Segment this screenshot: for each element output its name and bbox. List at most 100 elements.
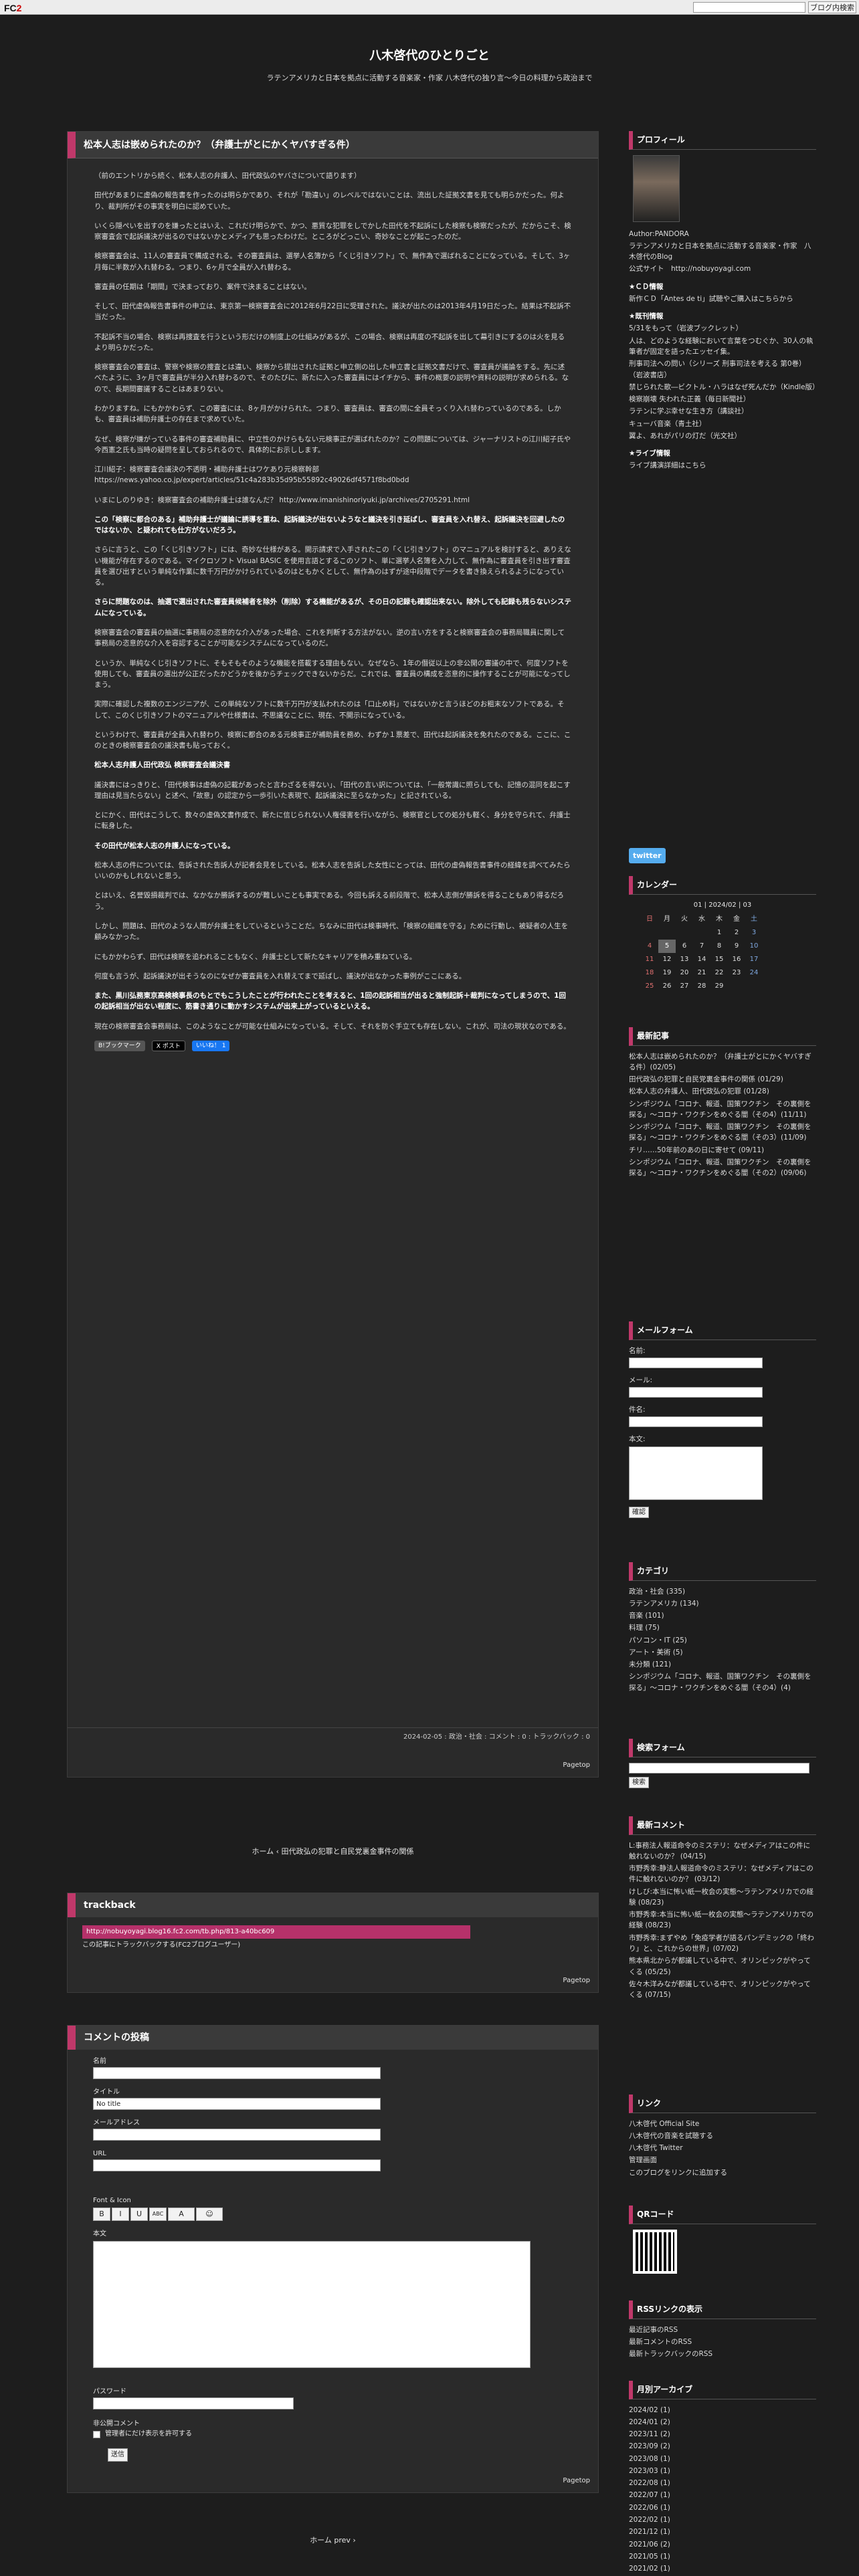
name-input[interactable] [93,2067,381,2079]
book-link[interactable]: 翼よ、あれがパリの灯だ（光文社） [629,431,816,441]
calendar-day[interactable]: 4 [641,940,658,953]
recent-entry-link[interactable]: シンポジウム「コロナ、報道、国策ワクチン その裏側を探る」〜コロナ・ワクチンをめ… [629,1121,816,1144]
book-info[interactable]: 5/31をもって（岩波ブックレット） 人は、どのような経験において言葉をつむぐか、… [629,323,820,441]
calendar-day[interactable]: 7 [693,940,710,953]
recent-entry-link[interactable]: シンポジウム「コロナ、報道、国策ワクチン その裏側を探る」〜コロナ・ワクチンをめ… [629,1099,816,1121]
calendar-day[interactable]: 11 [641,953,658,966]
blog-search-button[interactable]: ブログ内検索 [808,1,856,13]
archive-link[interactable]: 2023/09 (2) [629,2441,816,2452]
rss-link[interactable]: 最新コメントのRSS [629,2337,816,2347]
italic-button[interactable]: I [112,2208,129,2221]
calendar-day[interactable]: 22 [710,966,728,980]
mail-body-textarea[interactable] [629,1446,763,1500]
archive-link[interactable]: 2021/02 (1) [629,2563,816,2574]
calendar-day[interactable]: 10 [745,940,763,953]
book-link[interactable]: 人は、どのような経験において言葉をつむぐか、30人の執筆者が固定を語ったエッセイ… [629,336,816,358]
sidebar-search-input[interactable] [629,1762,809,1774]
emoji-button[interactable]: ☺ [196,2208,223,2221]
link-item[interactable]: 八木啓代の音楽を試聴する [629,2131,816,2141]
calendar-day[interactable]: 20 [676,966,693,980]
mail-name-input[interactable] [629,1357,763,1368]
category-link[interactable]: 政治・社会 (335) [629,1586,816,1597]
rss-link[interactable]: 最近記事のRSS [629,2325,816,2335]
archive-link[interactable]: 2023/11 (2) [629,2429,816,2440]
calendar-day[interactable]: 16 [728,953,745,966]
calendar-day[interactable]: 15 [710,953,728,966]
archive-link[interactable]: 2024/01 (2) [629,2417,816,2428]
book-link[interactable]: 5/31をもって（岩波ブックレット） [629,323,816,334]
strike-button[interactable]: ABC [149,2208,167,2221]
recent-entry-link[interactable]: 松本人志は嵌められたのか？（弁護士がとにかくヤバすぎる件）(02/05) [629,1051,816,1073]
calendar-day[interactable]: 2 [728,926,745,940]
archive-link[interactable]: 2021/06 (2) [629,2539,816,2550]
book-link[interactable]: 刑事司法への問い（シリーズ 刑事司法を考える 第0巻）（岩波書店） [629,358,816,381]
cd-info[interactable]: 新作ＣＤ「Antes de ti」試聴やご購入はこちらから [629,294,816,304]
book-link[interactable]: ラテンに学ぶ幸せな生き方（講談社） [629,406,816,417]
pagetop-link[interactable]: Pagetop [563,1760,590,1771]
facebook-like-button[interactable]: いいね！ 1 [191,1040,230,1051]
calendar-day[interactable]: 23 [728,966,745,980]
blog-search-input[interactable] [693,2,805,13]
calendar-day[interactable]: 17 [745,953,763,966]
calendar-day[interactable]: 8 [710,940,728,953]
twitter-button[interactable]: twitter [629,848,666,864]
category-link[interactable]: パソコン・IT (25) [629,1635,816,1646]
calendar-day[interactable]: 19 [658,966,676,980]
recent-entry-link[interactable]: チリ……50年前のあの日に寄せて (09/11) [629,1145,816,1156]
comment-link[interactable]: 市野秀幸:まずやめ「免疫学者が語るパンデミックの「終わり」と、これからの世界」(… [629,1933,816,1955]
category-link[interactable]: 音楽 (101) [629,1610,816,1621]
archive-link[interactable]: 2021/12 (1) [629,2527,816,2537]
password-input[interactable] [93,2397,294,2409]
archive-link[interactable]: 2021/05 (1) [629,2551,816,2562]
cd-link[interactable]: 新作ＣＤ「Antes de ti」試聴やご購入はこちらから [629,294,816,304]
comment-link[interactable]: 佐々木洋みなが都議している中で、オリンピックがやってくる (07/15) [629,1979,816,2001]
category-link[interactable]: 料理 (75) [629,1622,816,1633]
link-item[interactable]: 八木啓代 Official Site [629,2119,816,2129]
entry-nav[interactable]: ホーム ‹ 田代政弘の犯罪と自民党裏金事件の関係 [67,1846,599,1857]
recent-entry-link[interactable]: 田代政弘の犯罪と自民党裏金事件の関係 (01/29) [629,1074,816,1085]
color-button[interactable]: A [168,2208,195,2221]
archive-link[interactable]: 2022/08 (1) [629,2478,816,2488]
calendar-day[interactable]: 26 [658,980,676,993]
pagetop-link[interactable]: Pagetop [563,2476,590,2486]
mail-subject-input[interactable] [629,1416,763,1428]
book-link[interactable]: 検察崩壊 失われた正義（毎日新聞社） [629,394,816,405]
category-link[interactable]: シンポジウム「コロナ、報道、国策ワクチン その裏側を探る」〜コロナ・ワクチンをめ… [629,1671,816,1693]
mail-confirm-button[interactable]: 確認 [629,1506,649,1519]
fc2-logo[interactable]: FC2 [4,1,21,16]
calendar-day[interactable]: 14 [693,953,710,966]
site-title[interactable]: 八木啓代のひとりごと [0,47,859,66]
recent-entry-link[interactable]: 松本人志の弁護人、田代政弘の犯罪 (01/28) [629,1086,816,1097]
live-link[interactable]: ライブ講演詳細はこちら [629,460,816,471]
book-link[interactable]: キューバ音楽（青土社） [629,419,816,429]
category-link[interactable]: アート・美術 (5) [629,1647,816,1658]
send-button[interactable]: 送信 [108,2448,128,2462]
calendar-day[interactable]: 5 [658,940,676,954]
comment-body-textarea[interactable] [93,2241,531,2368]
trackback-url[interactable]: http://nobuyoyagi.blog16.fc2.com/tb.php/… [82,1925,470,1939]
archive-link[interactable]: 2023/08 (1) [629,2454,816,2464]
category-link[interactable]: 未分類 (121) [629,1659,816,1670]
calendar-day[interactable]: 18 [641,966,658,980]
calendar-day[interactable]: 25 [641,980,658,993]
mail-email-input[interactable] [629,1387,763,1398]
email-input[interactable] [93,2129,381,2141]
url-input[interactable] [93,2159,381,2171]
underline-button[interactable]: U [130,2208,148,2221]
hatena-bookmark-button[interactable]: B!ブックマーク [94,1040,145,1051]
archive-link[interactable]: 2022/02 (1) [629,2514,816,2525]
calendar-day[interactable]: 21 [693,966,710,980]
comment-link[interactable]: 市野秀幸:静法人報道命令のミステリ：なぜメディアはこの件に触れないのか？ (03… [629,1863,816,1885]
x-post-button[interactable]: X ポスト [151,1040,185,1051]
calendar-day[interactable]: 29 [710,980,728,993]
live-info[interactable]: ライブ講演詳細はこちら [629,460,816,471]
calendar-day[interactable]: 12 [658,953,676,966]
comment-link[interactable]: 熊本県北からが都議している中で、オリンピックがやってくる (05/25) [629,1955,816,1977]
title-input[interactable]: No title [93,2098,381,2110]
calendar-day[interactable]: 28 [693,980,710,993]
archive-link[interactable]: 2022/07 (1) [629,2490,816,2500]
rss-link[interactable]: 最新トラックバックのRSS [629,2349,816,2359]
calendar-day[interactable]: 9 [728,940,745,953]
calendar-day[interactable]: 6 [676,940,693,953]
calendar-day[interactable]: 3 [745,926,763,940]
